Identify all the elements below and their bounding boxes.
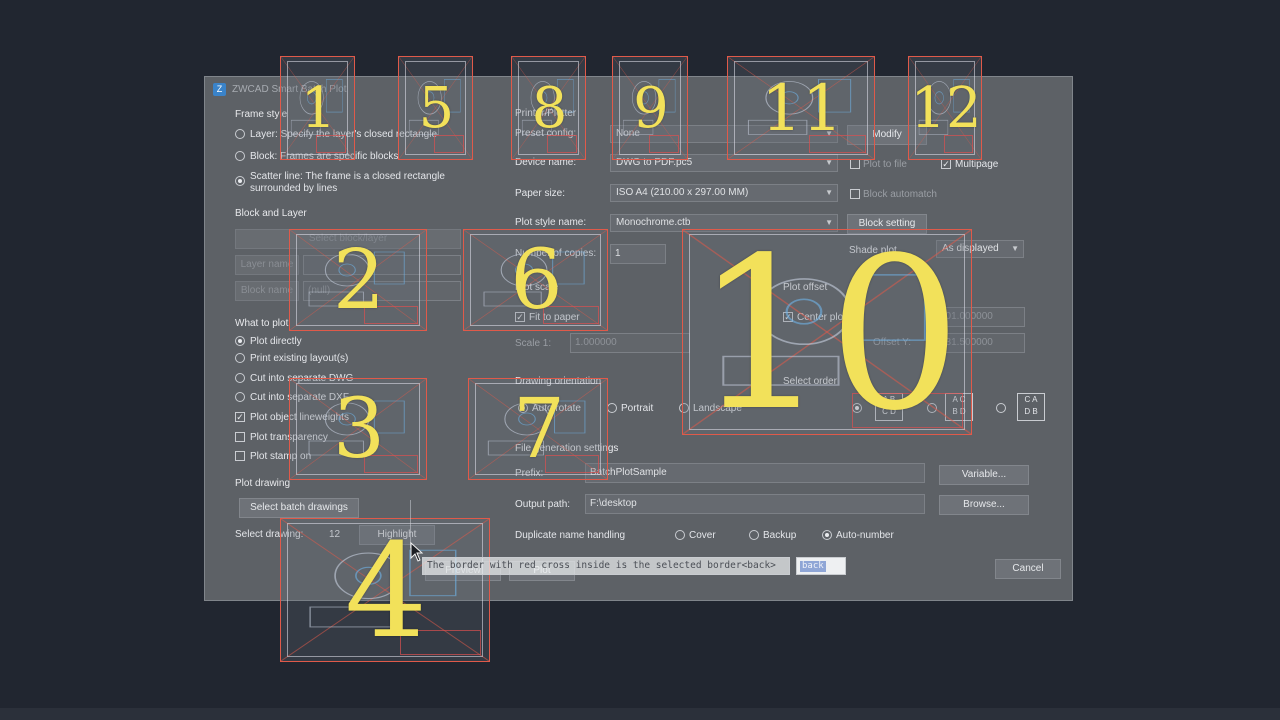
drawing-frame-5[interactable]: 5 [398, 56, 473, 160]
command-input-text: back [800, 561, 826, 572]
frame-scatter-label: Scatter line: The frame is a closed rect… [250, 171, 445, 182]
plot-directly-label: Plot directly [250, 336, 302, 347]
block-automatch-checkbox[interactable] [850, 189, 860, 199]
frame-number: 3 [332, 382, 386, 477]
scale-field[interactable]: 1.000000 [570, 333, 690, 353]
dup-backup-label: Backup [763, 530, 797, 541]
plot-style-label: Plot style name: [515, 217, 587, 228]
cancel-button[interactable]: Cancel [995, 559, 1061, 579]
dup-backup-radio[interactable] [749, 530, 759, 540]
drawing-frame-10[interactable]: 10 [682, 229, 972, 440]
drawing-frame-4[interactable]: 4 [280, 518, 490, 662]
cut-dwg-radio[interactable] [235, 373, 245, 383]
taskbar-strip [0, 708, 1280, 720]
frame-layer-radio[interactable] [235, 129, 245, 139]
paper-size-label: Paper size: [515, 188, 566, 199]
frame-number: 2 [332, 233, 386, 328]
order-cadb-icon: C A D B [1017, 393, 1045, 421]
print-layouts-label: Print existing layout(s) [250, 353, 349, 364]
app-icon: Z [213, 83, 226, 96]
multipage-checkbox[interactable] [941, 159, 951, 169]
frame-number: 7 [512, 382, 566, 477]
crosshair-line [410, 500, 411, 548]
block-layer-heading: Block and Layer [235, 208, 307, 219]
cut-dxf-radio[interactable] [235, 392, 245, 402]
drawing-frame-11[interactable]: 11 [727, 56, 875, 160]
drawing-frame-3[interactable]: 3 [289, 378, 427, 480]
block-automatch-label: Block automatch [863, 189, 937, 200]
frame-number: 5 [418, 76, 455, 141]
frame-block-radio[interactable] [235, 151, 245, 161]
command-prompt-text: The border with red cross inside is the … [427, 560, 776, 571]
frame-scatter-radio[interactable] [235, 176, 245, 186]
output-path-label: Output path: [515, 499, 571, 510]
plot-style-value: Monochrome.ctb [616, 217, 691, 228]
what-to-plot-heading: What to plot [235, 318, 289, 329]
plot-transparency-checkbox[interactable] [235, 432, 245, 442]
plot-lineweights-checkbox[interactable] [235, 412, 245, 422]
frame-number: 8 [531, 76, 568, 141]
scale-label: Scale 1: [515, 338, 552, 349]
order-cadb-radio[interactable] [996, 403, 1006, 413]
frame-number: 6 [510, 233, 563, 328]
drawing-frame-8[interactable]: 8 [511, 56, 586, 160]
copies-field[interactable]: 1 [610, 244, 666, 264]
multipage-label: Multipage [955, 159, 999, 170]
frame-scatter-label-2: surrounded by lines [250, 183, 338, 194]
plot-stamp-checkbox[interactable] [235, 451, 245, 461]
plot-to-file-checkbox[interactable] [850, 159, 860, 169]
chevron-down-icon: ▼ [825, 188, 833, 197]
plot-drawing-heading: Plot drawing [235, 478, 291, 489]
frame-number: 10 [694, 212, 962, 457]
drawing-frame-6[interactable]: 6 [463, 229, 608, 331]
plot-to-file-label: Plot to file [863, 159, 907, 170]
prefix-field[interactable]: BatchPlotSample [585, 463, 925, 483]
select-batch-drawings-button[interactable]: Select batch drawings [239, 498, 359, 518]
dup-cover-radio[interactable] [675, 530, 685, 540]
dup-cover-label: Cover [689, 530, 716, 541]
duplicate-label: Duplicate name handling [515, 530, 626, 541]
chevron-down-icon: ▼ [1011, 244, 1019, 253]
frame-number: 12 [910, 76, 982, 141]
drawing-frame-9[interactable]: 9 [612, 56, 688, 160]
mouse-cursor-icon [410, 542, 424, 562]
dup-autonumber-label: Auto-number [836, 530, 894, 541]
dup-autonumber-radio[interactable] [822, 530, 832, 540]
plot-directly-radio[interactable] [235, 336, 245, 346]
variable-button[interactable]: Variable... [939, 465, 1029, 485]
browse-button[interactable]: Browse... [939, 495, 1029, 515]
drawing-frame-7[interactable]: 7 [468, 378, 608, 480]
frame-number: 1 [300, 76, 337, 141]
command-prompt: The border with red cross inside is the … [422, 557, 790, 575]
print-layouts-radio[interactable] [235, 353, 245, 363]
drawing-frame-1[interactable]: 1 [280, 56, 355, 160]
portrait-label: Portrait [621, 403, 654, 414]
frame-number: 11 [761, 72, 843, 146]
paper-size-value: ISO A4 (210.00 x 297.00 MM) [616, 187, 749, 198]
drawing-frame-12[interactable]: 12 [908, 56, 982, 160]
frame-number: 4 [344, 515, 428, 667]
drawing-frame-2[interactable]: 2 [289, 229, 427, 331]
copies-value: 1 [615, 248, 621, 259]
output-path-field[interactable]: F:\desktop [585, 494, 925, 514]
frame-number: 9 [633, 76, 669, 141]
paper-size-combo[interactable]: ISO A4 (210.00 x 297.00 MM) ▼ [610, 184, 838, 202]
command-input[interactable]: back [796, 557, 846, 575]
